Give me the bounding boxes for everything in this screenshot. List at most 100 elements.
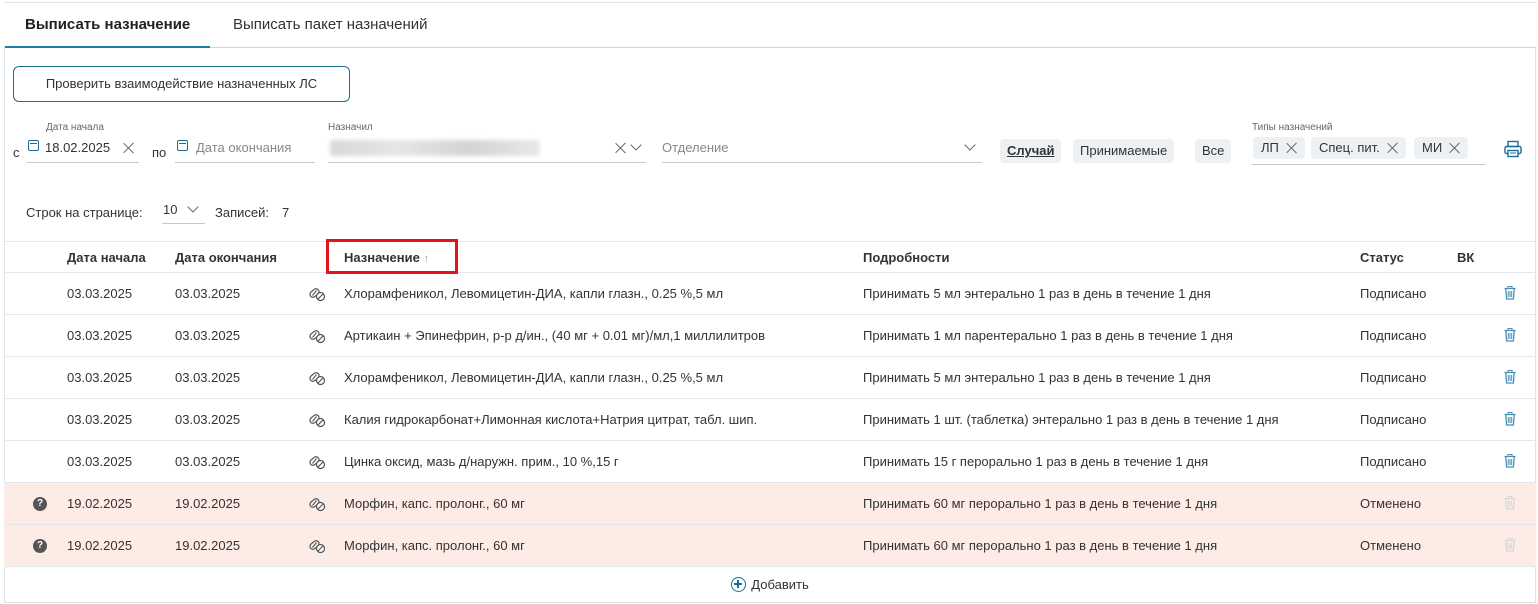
cell-prescription[interactable]: Хлорамфеникол, Левомицетин-ДИА, капли гл… xyxy=(344,357,723,399)
col-start-date[interactable]: Дата начала xyxy=(67,242,146,274)
cell-prescription[interactable]: Хлорамфеникол, Левомицетин-ДИА, капли гл… xyxy=(344,273,723,315)
department-select[interactable]: Отделение xyxy=(662,140,729,155)
trash-icon[interactable] xyxy=(1504,412,1516,426)
cell-start-date: 03.03.2025 xyxy=(67,454,133,469)
pills-icon xyxy=(309,456,326,470)
table-row[interactable]: 03.03.2025 03.03.2025 Цинка оксид, мазь д/… xyxy=(4,441,1536,483)
cell-details: Принимать 60 мг перорально 1 раз в день … xyxy=(863,496,1218,511)
accepted-filter-button[interactable]: Принимаемые xyxy=(1073,139,1175,163)
table-header: Дата начала Дата окончания Назначение ↑ … xyxy=(4,239,1536,274)
trash-icon[interactable] xyxy=(1504,286,1516,300)
table-row[interactable]: 03.03.2025 03.03.2025 Хлорамфеникол, Левом… xyxy=(4,273,1536,315)
col-status[interactable]: Статус xyxy=(1360,242,1404,274)
chip-label: ЛП xyxy=(1261,140,1279,155)
remove-chip-icon[interactable] xyxy=(1387,142,1399,154)
question-icon[interactable]: ? xyxy=(33,497,47,511)
col-vk[interactable]: ВК xyxy=(1457,242,1474,274)
cell-details: Принимать 5 мл энтерально 1 раз в день в… xyxy=(863,286,1211,301)
chip-label: МИ xyxy=(1422,140,1443,155)
prescriber-select-value[interactable] xyxy=(330,140,540,156)
cell-end-date: 03.03.2025 xyxy=(175,286,241,301)
trash-icon[interactable] xyxy=(1504,370,1516,384)
cell-status: Подписано xyxy=(1360,286,1427,301)
add-label: Добавить xyxy=(751,577,809,592)
trash-icon xyxy=(1504,538,1516,552)
pills-icon xyxy=(309,330,326,344)
cell-details: Принимать 1 шт. (таблетка) энтерально 1 … xyxy=(863,412,1279,427)
cell-start-date: 03.03.2025 xyxy=(67,370,133,385)
cell-details: Принимать 5 мл энтерально 1 раз в день в… xyxy=(863,370,1211,385)
question-icon[interactable]: ? xyxy=(33,539,47,553)
cell-prescription[interactable]: Артикаин + Эпинефрин, р-р д/ин., (40 мг … xyxy=(344,315,765,357)
calendar-icon[interactable] xyxy=(28,140,39,151)
col-details[interactable]: Подробности xyxy=(863,242,950,274)
type-chip-mi[interactable]: МИ xyxy=(1414,137,1469,159)
plus-circle-icon xyxy=(731,577,747,592)
trash-icon[interactable] xyxy=(1504,454,1516,468)
pills-icon xyxy=(309,540,326,554)
tab-bar: Выписать назначение Выписать пакет назна… xyxy=(4,2,1536,48)
start-date-input[interactable]: 18.02.2025 xyxy=(45,140,110,155)
cell-end-date: 03.03.2025 xyxy=(175,370,241,385)
type-chip-lp[interactable]: ЛП xyxy=(1253,137,1305,159)
cell-details: Принимать 1 мл парентерально 1 раз в ден… xyxy=(863,328,1233,343)
cell-details: Принимать 15 г перорально 1 раз в день в… xyxy=(863,454,1209,469)
pills-icon xyxy=(309,498,326,512)
records-label: Записей: xyxy=(215,205,269,220)
chip-label: Спец. пит. xyxy=(1319,140,1380,155)
cell-prescription[interactable]: Морфин, капс. пролонг., 60 мг xyxy=(344,483,525,525)
cell-status: Подписано xyxy=(1360,454,1427,469)
cell-end-date: 03.03.2025 xyxy=(175,328,241,343)
cell-start-date: 03.03.2025 xyxy=(67,286,133,301)
pills-icon xyxy=(309,372,326,386)
cell-end-date: 19.02.2025 xyxy=(175,496,241,511)
calendar-icon[interactable] xyxy=(177,140,188,151)
remove-chip-icon[interactable] xyxy=(1449,142,1461,154)
pills-icon xyxy=(309,414,326,428)
cell-status: Отменено xyxy=(1360,496,1422,511)
check-interactions-button[interactable]: Проверить взаимодействие назначенных ЛС xyxy=(13,66,350,102)
cell-status: Подписано xyxy=(1360,370,1427,385)
add-button[interactable]: Добавить xyxy=(4,570,1536,602)
all-filter-button[interactable]: Все xyxy=(1195,139,1232,163)
cell-details: Принимать 60 мг перорально 1 раз в день … xyxy=(863,538,1218,553)
clear-start-date-icon[interactable] xyxy=(123,142,135,154)
rows-per-page-label: Строк на странице: xyxy=(26,205,143,220)
trash-icon xyxy=(1504,496,1516,510)
cell-prescription[interactable]: Морфин, капс. пролонг., 60 мг xyxy=(344,525,525,567)
remove-chip-icon[interactable] xyxy=(1286,142,1298,154)
table-row[interactable]: ? 19.02.2025 19.02.2025 Морфин, капс. проло… xyxy=(4,483,1536,525)
end-date-input[interactable]: Дата окончания xyxy=(196,140,291,155)
from-prefix: с xyxy=(13,145,20,160)
type-chip-spec[interactable]: Спец. пит. xyxy=(1311,137,1406,159)
col-end-date[interactable]: Дата окончания xyxy=(175,242,277,274)
tab-prescribe[interactable]: Выписать назначение xyxy=(5,3,211,48)
table-row[interactable]: 03.03.2025 03.03.2025 Калия гидрокарбонат+… xyxy=(4,399,1536,441)
cell-start-date: 03.03.2025 xyxy=(67,328,133,343)
table-row[interactable]: 03.03.2025 03.03.2025 Артикаин + Эпинефрин… xyxy=(4,315,1536,357)
highlight-box xyxy=(326,239,458,274)
cell-start-date: 19.02.2025 xyxy=(67,496,133,511)
records-count: 7 xyxy=(282,205,290,220)
cell-status: Подписано xyxy=(1360,328,1427,343)
cell-status: Подписано xyxy=(1360,412,1427,427)
cell-end-date: 03.03.2025 xyxy=(175,412,241,427)
rows-per-page-select[interactable]: 10 xyxy=(163,202,177,217)
case-filter-button[interactable]: Случай xyxy=(1000,139,1062,163)
to-prefix: по xyxy=(152,145,167,160)
tab-prescribe-package[interactable]: Выписать пакет назначений xyxy=(213,3,448,47)
clear-prescriber-icon[interactable] xyxy=(615,142,627,154)
prescriber-label: Назначил xyxy=(328,122,373,133)
cell-end-date: 19.02.2025 xyxy=(175,538,241,553)
cell-start-date: 03.03.2025 xyxy=(67,412,133,427)
cell-prescription[interactable]: Калия гидрокарбонат+Лимонная кислота+Нат… xyxy=(344,399,757,441)
cell-start-date: 19.02.2025 xyxy=(67,538,133,553)
start-date-label: Дата начала xyxy=(46,122,104,133)
printer-icon[interactable] xyxy=(1504,140,1522,158)
table-row[interactable]: 03.03.2025 03.03.2025 Хлорамфеникол, Левом… xyxy=(4,357,1536,399)
cell-status: Отменено xyxy=(1360,538,1422,553)
cell-prescription[interactable]: Цинка оксид, мазь д/наружн. прим., 10 %,… xyxy=(344,441,619,483)
cell-end-date: 03.03.2025 xyxy=(175,454,241,469)
trash-icon[interactable] xyxy=(1504,328,1516,342)
table-row[interactable]: ? 19.02.2025 19.02.2025 Морфин, капс. проло… xyxy=(4,525,1536,567)
